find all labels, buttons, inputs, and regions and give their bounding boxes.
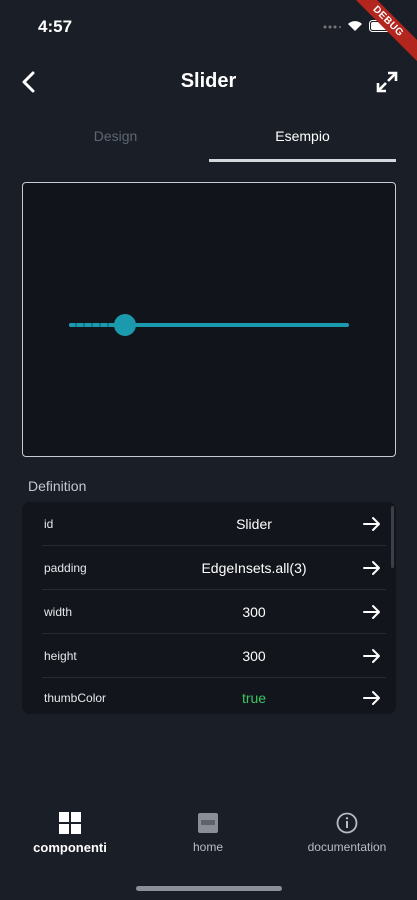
definition-card: id Slider padding EdgeInsets.all(3) widt… <box>22 502 396 714</box>
slider-preview <box>22 182 396 457</box>
tab-design[interactable]: Design <box>22 118 209 162</box>
definition-value: EdgeInsets.all(3) <box>201 560 307 576</box>
page-title: Slider <box>180 70 237 92</box>
definition-value: true <box>241 690 267 706</box>
home-indicator[interactable] <box>136 886 282 891</box>
definition-row[interactable]: height 300 <box>22 634 396 678</box>
status-time: 4:57 <box>38 17 73 36</box>
definition-key: padding <box>44 561 87 575</box>
nav-item-home[interactable]: home <box>168 812 248 854</box>
app-bar: Slider <box>0 60 417 104</box>
definition-key: id <box>44 517 54 531</box>
definition-key: height <box>44 649 77 663</box>
expand-icon <box>376 71 398 93</box>
slider-thumb[interactable] <box>114 314 136 336</box>
definition-key: thumbColor <box>44 691 107 705</box>
arrow-right-icon[interactable] <box>362 688 382 708</box>
tab-bar: Design Esempio <box>22 118 396 162</box>
definition-value: 300 <box>242 648 266 664</box>
definition-row[interactable]: padding EdgeInsets.all(3) <box>22 546 396 590</box>
nav-item-documentation[interactable]: documentation <box>298 812 396 854</box>
arrow-right-icon[interactable] <box>362 646 382 666</box>
bottom-nav: componenti home documentation <box>0 800 417 870</box>
grid-icon <box>59 812 81 834</box>
definition-key: width <box>44 605 73 619</box>
nav-label: componenti <box>33 840 107 855</box>
definition-value: 300 <box>242 604 266 620</box>
arrow-right-icon[interactable] <box>362 558 382 578</box>
arrow-right-icon[interactable] <box>362 514 382 534</box>
expand-button[interactable] <box>373 68 401 96</box>
definition-value: Slider <box>236 516 272 532</box>
nav-label: home <box>192 840 224 854</box>
nav-item-componenti[interactable]: componenti <box>24 812 116 855</box>
info-icon <box>336 812 358 834</box>
definition-row[interactable]: width 300 <box>22 590 396 634</box>
definition-row[interactable]: thumbColor true <box>22 676 396 714</box>
debug-banner-label: DEBUG <box>343 0 417 66</box>
definition-row[interactable]: id Slider <box>22 502 396 546</box>
tab-esempio[interactable]: Esempio <box>209 118 396 162</box>
arrow-right-icon[interactable] <box>362 602 382 622</box>
nav-label: documentation <box>307 840 387 854</box>
dev-icon <box>198 813 218 833</box>
definition-label: Definition <box>28 478 87 494</box>
